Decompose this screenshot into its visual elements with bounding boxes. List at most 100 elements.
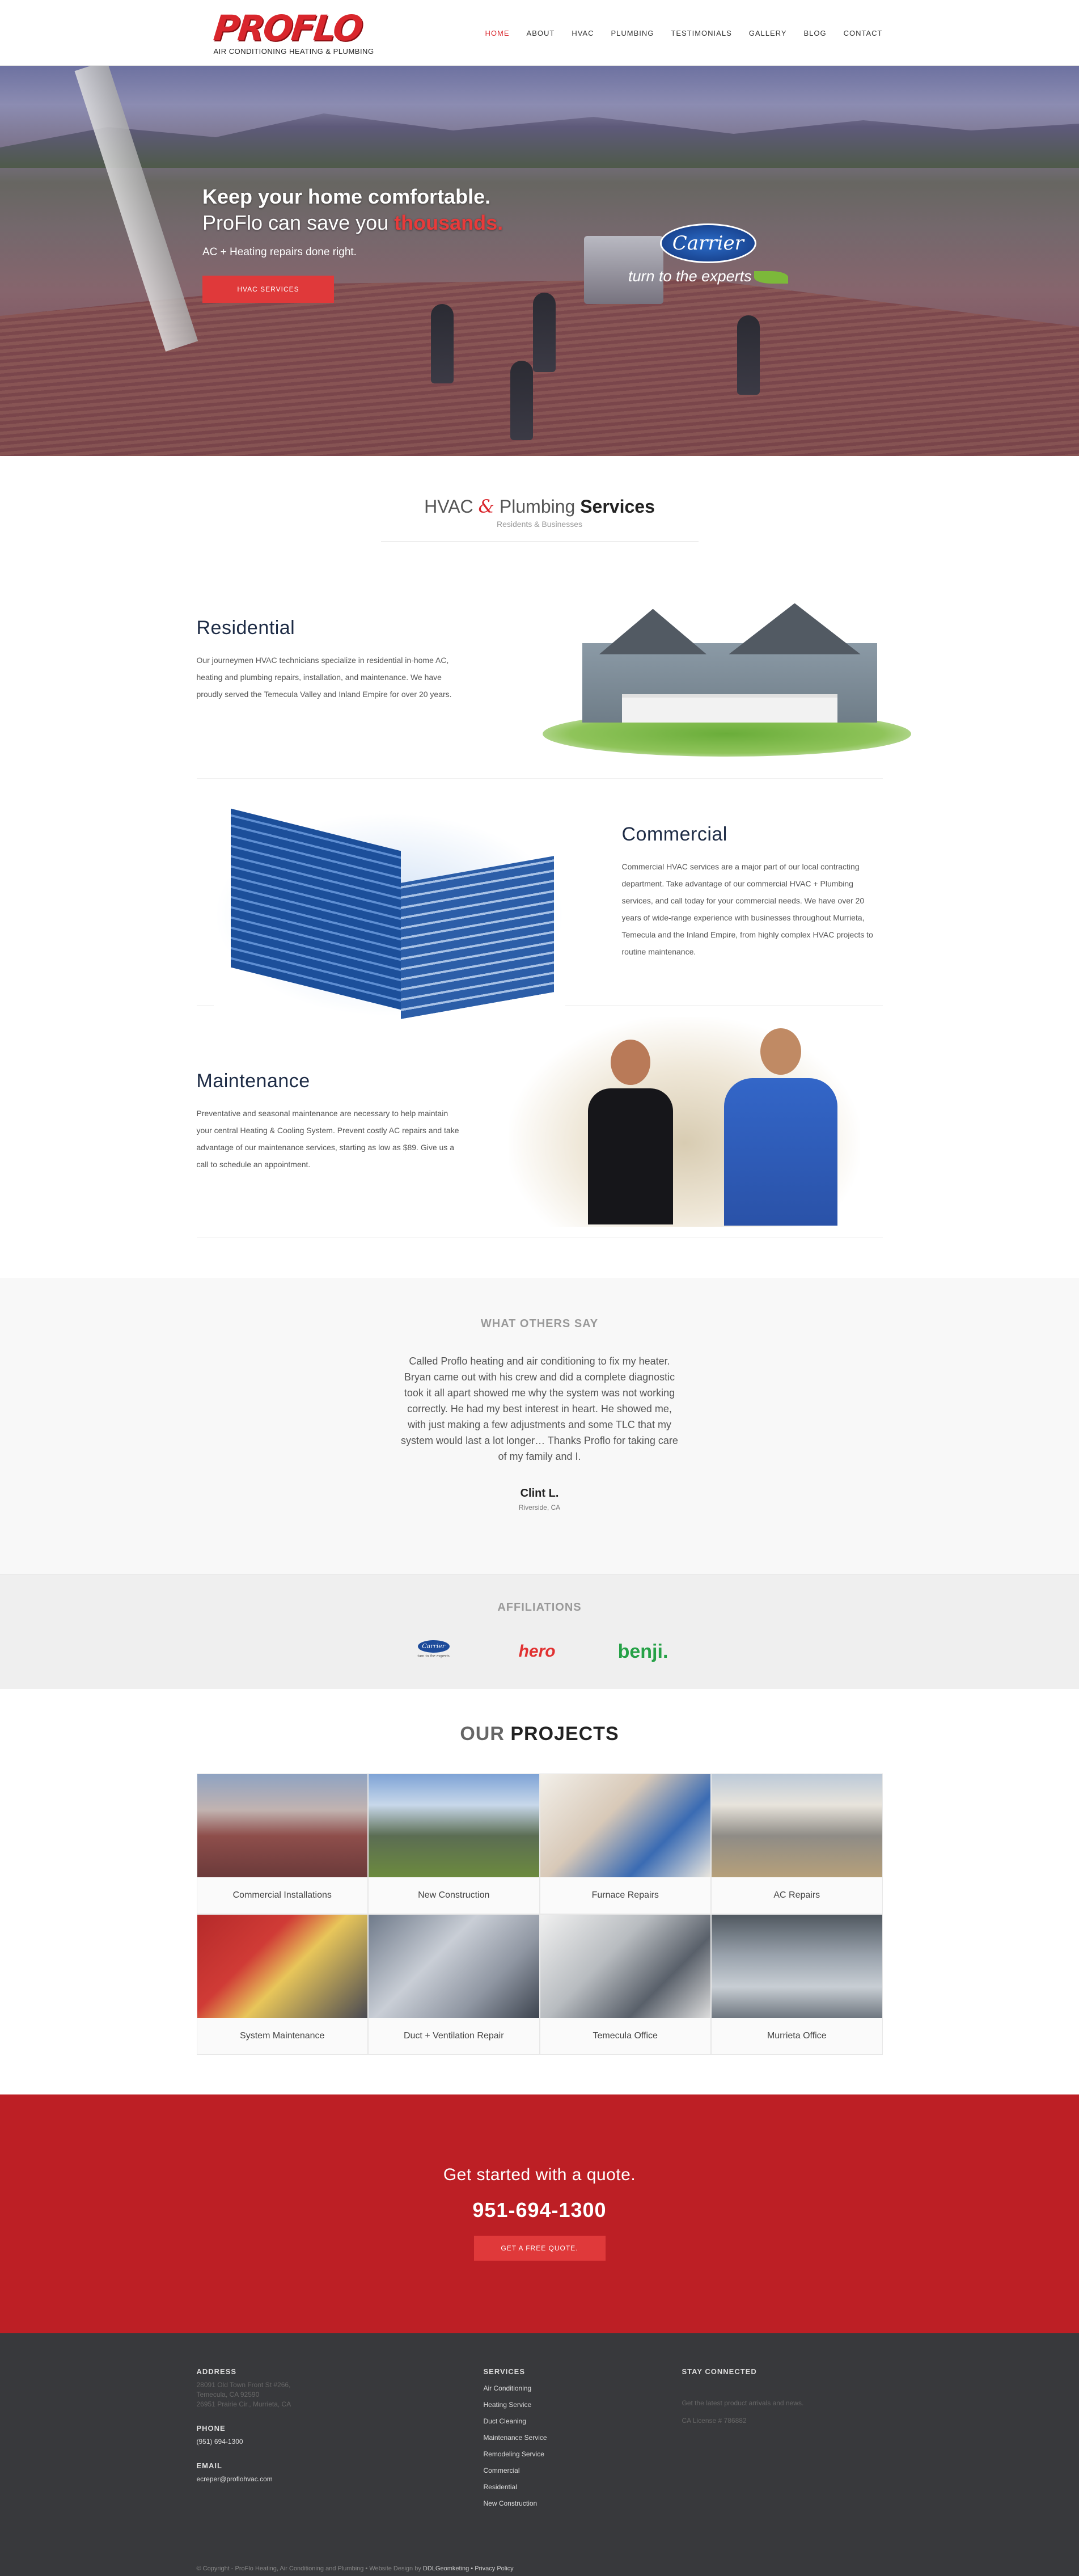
nav-plumbing[interactable]: PLUMBING	[611, 29, 654, 37]
carrier-badge: Carrier turn to the experts	[628, 223, 788, 285]
service-commercial: Commercial Commercial HVAC services are …	[196, 779, 883, 1019]
projects-title: OUR PROJECTS	[0, 1723, 1079, 1745]
figure-head	[760, 1028, 801, 1075]
project-tile[interactable]: Furnace Repairs	[539, 1773, 711, 1914]
project-caption: Duct + Ventilation Repair	[369, 2018, 539, 2054]
project-image	[197, 1915, 367, 2018]
project-tile[interactable]: Temecula Office	[539, 1914, 711, 2055]
footer-address-label: ADDRESS	[196, 2367, 237, 2376]
hero-affiliate-logo[interactable]: hero	[519, 1642, 556, 1661]
carrier-affiliate-logo[interactable]: Carrier turn to the experts	[411, 1640, 456, 1663]
hero-subhead: ProFlo can save you thousands.	[202, 211, 503, 235]
affiliations-section: AFFILIATIONS Carrier turn to the experts…	[0, 1574, 1079, 1689]
nav-home[interactable]: HOME	[485, 29, 510, 37]
footer-phone[interactable]: (951) 694-1300	[197, 2437, 484, 2447]
services-title-middle: Plumbing	[494, 496, 581, 517]
footer-stay-text: Get the latest product arrivals and news…	[682, 2399, 804, 2407]
hero-mountains	[0, 113, 1079, 168]
hero-worker	[533, 293, 556, 372]
affiliations-label: AFFILIATIONS	[497, 1601, 582, 1614]
footer-service-link[interactable]: Heating Service	[484, 2397, 682, 2413]
figure-shirt	[587, 1088, 673, 1224]
footer-email-block: EMAIL ecreper@proflohvac.com	[197, 2461, 484, 2484]
cta-phone[interactable]: 951-694-1300	[0, 2198, 1079, 2222]
nav-hvac[interactable]: HVAC	[572, 29, 594, 37]
benji-affiliate-logo[interactable]: benji.	[618, 1641, 668, 1663]
project-image	[712, 1774, 882, 1877]
project-caption: Furnace Repairs	[540, 1877, 710, 1914]
project-tile[interactable]: Duct + Ventilation Repair	[368, 1914, 540, 2055]
nav-contact[interactable]: CONTACT	[844, 29, 883, 37]
services-title: HVAC & Plumbing Services	[0, 496, 1079, 517]
commercial-building-image	[197, 801, 622, 1019]
project-tile[interactable]: AC Repairs	[711, 1773, 883, 1914]
nav-gallery[interactable]: GALLERY	[749, 29, 787, 37]
services-title-amp: &	[478, 496, 495, 517]
projects-title-bold: PROJECTS	[510, 1723, 619, 1745]
footer-email[interactable]: ecreper@proflohvac.com	[197, 2474, 484, 2484]
building-facade	[400, 855, 554, 1019]
hero-copy: Keep your home comfortable. ProFlo can s…	[202, 185, 503, 303]
hvac-services-button[interactable]: HVAC SERVICES	[202, 276, 334, 303]
footer-address-line: Temecula, CA 92590	[196, 2391, 260, 2398]
footer-service-link[interactable]: Residential	[484, 2479, 682, 2495]
services-section: HVAC & Plumbing Services Residents & Bus…	[0, 456, 1079, 1238]
footer-email-label: EMAIL	[196, 2461, 222, 2470]
footer-phone-block: PHONE (951) 694-1300	[197, 2424, 484, 2447]
project-tile[interactable]: Murrieta Office	[711, 1914, 883, 2055]
maintenance-handshake-image	[463, 1016, 883, 1227]
project-tile[interactable]: System Maintenance	[196, 1914, 368, 2055]
handshake-illustration	[508, 1016, 860, 1227]
services-heading: HVAC & Plumbing Services Residents & Bus…	[0, 456, 1079, 542]
footer-service-link[interactable]: Commercial	[484, 2463, 682, 2479]
service-description: Commercial HVAC services are a major par…	[621, 862, 873, 956]
service-text: Commercial Commercial HVAC services are …	[622, 824, 883, 960]
footer-stay-connected-column: STAY CONNECTED Get the latest product ar…	[682, 2367, 881, 2512]
footer-service-link[interactable]: Remodeling Service	[484, 2446, 682, 2463]
service-title: Residential	[196, 617, 295, 639]
project-caption: Temecula Office	[540, 2018, 710, 2054]
house-illustration	[542, 586, 911, 757]
project-tile[interactable]: Commercial Installations	[196, 1773, 368, 1914]
nav-about[interactable]: ABOUT	[527, 29, 555, 37]
project-caption: New Construction	[369, 1877, 539, 1914]
services-title-bold: Services	[580, 496, 655, 517]
hero-banner: Keep your home comfortable. ProFlo can s…	[0, 66, 1079, 456]
project-image	[369, 1915, 539, 2018]
figure-head	[610, 1039, 650, 1085]
project-image	[540, 1915, 710, 2018]
project-image	[540, 1774, 710, 1877]
footer-copyright: © Copyright - ProFlo Heating, Air Condit…	[197, 2565, 883, 2572]
footer-contact-column: ADDRESS 28091 Old Town Front St #266, Te…	[197, 2367, 484, 2512]
footer-phone-label: PHONE	[196, 2424, 226, 2433]
nav-testimonials[interactable]: TESTIMONIALS	[671, 29, 731, 37]
footer-services-column: SERVICES Air Conditioning Heating Servic…	[484, 2367, 682, 2512]
nav-blog[interactable]: BLOG	[804, 29, 827, 37]
copyright-text: © Copyright - ProFlo Heating, Air Condit…	[196, 2565, 423, 2572]
project-tile[interactable]: New Construction	[368, 1773, 540, 1914]
privacy-policy-link[interactable]: • Privacy Policy	[469, 2565, 513, 2572]
hero-worker	[510, 361, 533, 440]
footer-service-link[interactable]: New Construction	[484, 2495, 682, 2512]
site-logo[interactable]: PROFLO AIR CONDITIONING HEATING & PLUMBI…	[211, 7, 374, 56]
hero-worker	[431, 304, 454, 383]
carrier-logo: Carrier	[659, 223, 756, 263]
testimonial-quote: Called Proflo heating and air conditioni…	[401, 1355, 678, 1462]
carrier-affiliate-tagline: turn to the experts	[417, 1654, 450, 1658]
carrier-affiliate-oval: Carrier	[417, 1640, 450, 1653]
hero-headline: Keep your home comfortable.	[202, 185, 491, 208]
hero-worker	[737, 315, 760, 395]
footer-service-link[interactable]: Air Conditioning	[484, 2380, 682, 2397]
affiliation-logos: Carrier turn to the experts hero benji.	[0, 1640, 1079, 1663]
hero-tagline: AC + Heating repairs done right.	[202, 246, 357, 258]
footer-service-link[interactable]: Duct Cleaning	[484, 2413, 682, 2430]
project-caption: System Maintenance	[197, 2018, 367, 2054]
designer-link[interactable]: DDLGeomketing	[423, 2565, 469, 2572]
footer-service-link[interactable]: Maintenance Service	[484, 2430, 682, 2446]
free-quote-button[interactable]: GET A FREE QUOTE.	[473, 2236, 606, 2261]
technician-figure	[587, 1039, 673, 1227]
hero-subhead-highlight: thousands.	[394, 211, 503, 234]
carrier-tagline-text: turn to the experts	[628, 268, 752, 285]
leaf-icon	[754, 271, 788, 284]
service-maintenance: Maintenance Preventative and seasonal ma…	[196, 1006, 883, 1238]
